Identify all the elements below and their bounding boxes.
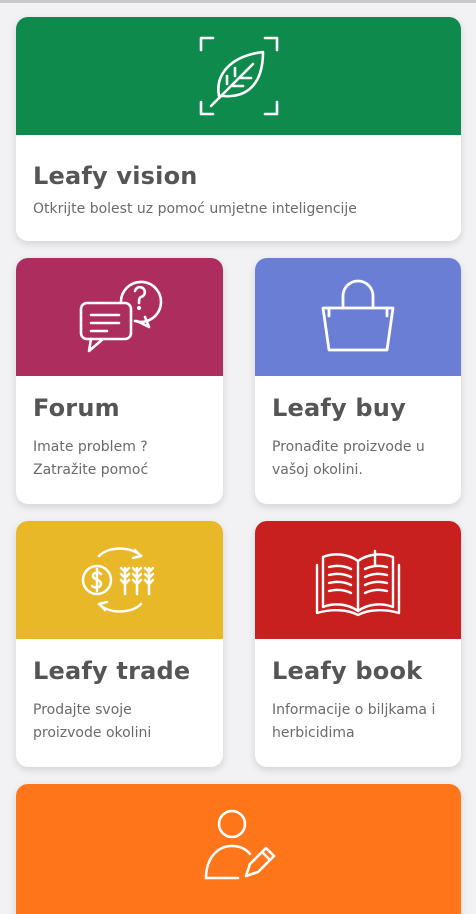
card-title: Forum (33, 394, 120, 422)
card-title: Leafy trade (33, 657, 191, 685)
profile-card[interactable] (16, 784, 461, 914)
card-description-line: herbicidima (272, 725, 355, 741)
leafy-book-card[interactable]: Leafy book Informacije o biljkama i herb… (255, 521, 461, 767)
card-description-line: Prodajte svoje (33, 702, 132, 718)
card-description-line: Pronađite proizvode u (272, 439, 425, 455)
forum-card[interactable]: Forum Imate problem ? Zatražite pomoć (16, 258, 223, 504)
trade-exchange-icon (75, 540, 165, 620)
card-description-line: Imate problem ? (33, 439, 148, 455)
leaf-scan-icon (197, 34, 281, 118)
card-description-line: Otkrijte bolest uz pomoć umjetne intelig… (33, 201, 357, 217)
leafy-buy-card[interactable]: Leafy buy Pronađite proizvode u vašoj ok… (255, 258, 461, 504)
open-book-icon (313, 539, 403, 621)
leafy-trade-card[interactable]: Leafy trade Prodajte svoje proizvode oko… (16, 521, 223, 767)
chat-question-icon (75, 277, 165, 357)
shopping-bag-icon (317, 278, 399, 356)
leafy-trade-banner (16, 521, 223, 639)
user-edit-icon (202, 806, 276, 882)
card-description: Pronađite proizvode u vašoj okolini. (272, 436, 451, 482)
leafy-buy-banner (255, 258, 461, 376)
card-description: Informacije o biljkama i herbicidima (272, 699, 451, 745)
card-description-line: Zatražite pomoć (33, 462, 149, 478)
leafy-book-banner (255, 521, 461, 639)
status-divider (0, 0, 476, 3)
card-description: Otkrijte bolest uz pomoć umjetne intelig… (33, 198, 451, 221)
profile-banner (16, 784, 461, 914)
card-description-line: Informacije o biljkama i (272, 702, 436, 718)
leafy-vision-banner (16, 17, 461, 135)
leafy-vision-card[interactable]: Leafy vision Otkrijte bolest uz pomoć um… (16, 17, 461, 241)
card-description-line: proizvode okolini (33, 725, 152, 741)
card-description: Prodajte svoje proizvode okolini (33, 699, 213, 745)
forum-banner (16, 258, 223, 376)
card-description: Imate problem ? Zatražite pomoć (33, 436, 213, 482)
card-title: Leafy buy (272, 394, 406, 422)
card-description-line: vašoj okolini. (272, 462, 363, 478)
card-title: Leafy book (272, 657, 423, 685)
card-title: Leafy vision (33, 162, 198, 190)
